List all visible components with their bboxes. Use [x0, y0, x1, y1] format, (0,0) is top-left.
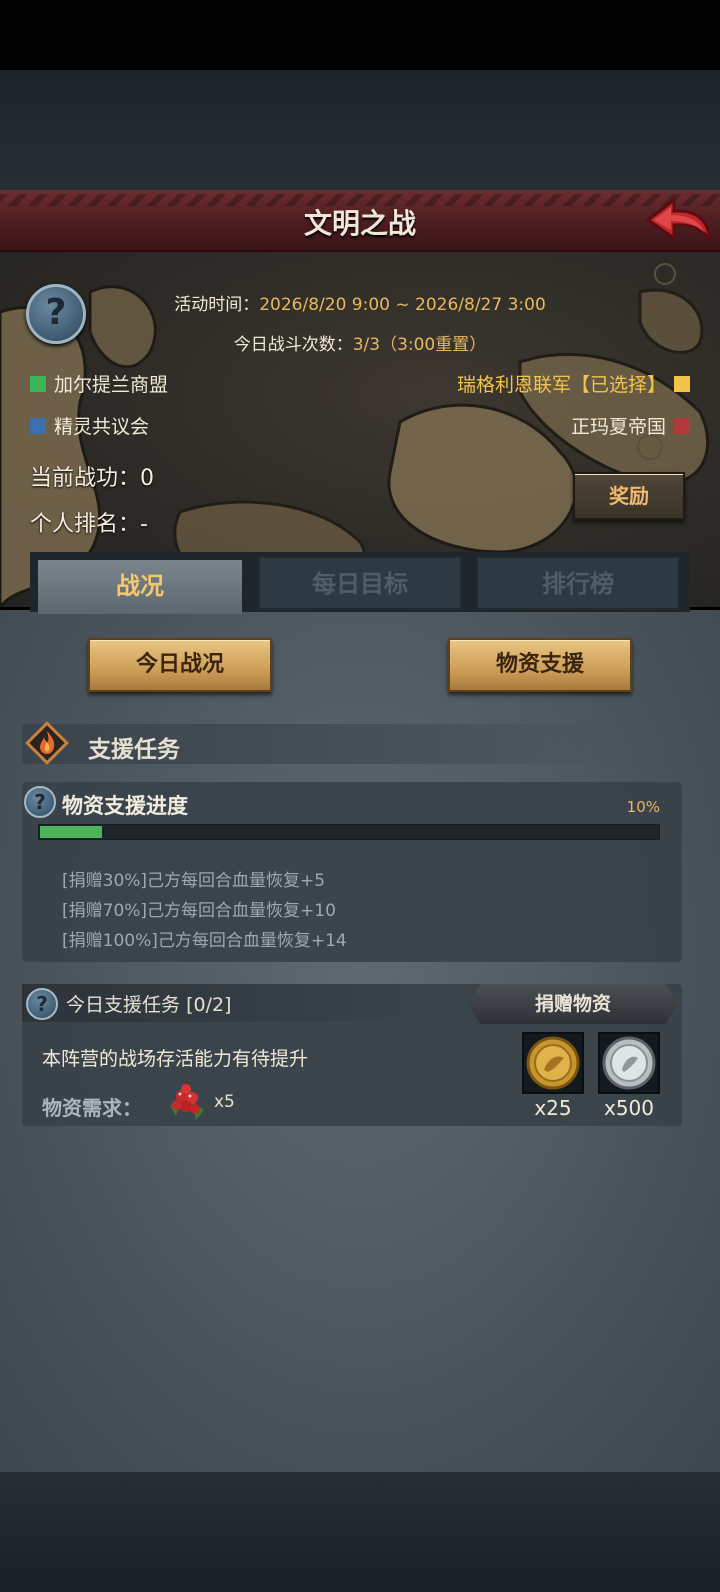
faction-right-2: 正玛夏帝国 — [571, 412, 690, 439]
top-backdrop — [0, 70, 720, 190]
back-arrow-icon — [645, 196, 712, 241]
faction-color-square — [30, 417, 46, 434]
reward-quantity: x500 — [603, 1096, 654, 1120]
bottom-backdrop — [0, 1472, 720, 1592]
faction-name: 加尔提兰商盟 — [54, 374, 169, 396]
faction-name: 正玛夏帝国 — [570, 416, 666, 438]
progress-help-button[interactable]: ? — [24, 786, 56, 818]
faction-color-square — [30, 375, 46, 392]
silver-coin-icon — [602, 1036, 656, 1090]
progress-percent: 10% — [626, 798, 660, 816]
title-bar: 文明之战 — [0, 190, 720, 252]
status-bar-area — [0, 0, 720, 70]
section-title: 支援任务 — [88, 737, 180, 763]
tab-battle-status[interactable]: 战况 — [38, 560, 242, 614]
faction-name: 精灵共议会 — [54, 416, 150, 438]
event-time-label: 活动时间： — [174, 295, 260, 315]
event-time: 活动时间：2026/8/20 9:00 ~ 2026/8/27 3:00 — [0, 290, 720, 315]
tab-leaderboard[interactable]: 排行榜 — [476, 556, 680, 610]
donate-supplies-button[interactable]: 捐赠物资 — [468, 984, 678, 1024]
progress-title: 物资支援进度 — [62, 794, 188, 818]
faction-color-square — [674, 375, 690, 392]
berry-icon — [162, 1076, 212, 1124]
daily-task-title-text: 今日支援任务 — [66, 994, 181, 1016]
event-time-value: 2026/8/20 9:00 ~ 2026/8/27 3:00 — [259, 295, 546, 315]
page-title: 文明之战 — [303, 207, 416, 240]
back-button[interactable] — [644, 196, 714, 248]
gold-coin-icon — [526, 1036, 580, 1090]
daily-task-count: [0/2] — [186, 994, 232, 1016]
faction-right-1: 瑞格利恩联军【已选择】 — [457, 370, 690, 397]
task-help-button[interactable]: ? — [26, 988, 58, 1020]
reward-slot-gold[interactable] — [522, 1032, 584, 1094]
progress-fill — [40, 826, 102, 838]
supply-support-button[interactable]: 物资支援 — [448, 638, 632, 692]
task-description: 本阵营的战场存活能力有待提升 — [42, 1048, 309, 1070]
bonus-item: [捐赠70%]己方每回合血量恢复+10 — [62, 901, 336, 921]
requirement-label: 物资需求： — [42, 1096, 142, 1120]
reward-slot-silver[interactable] — [598, 1032, 660, 1094]
battle-count: 今日战斗次数：3/3（3:00重置） — [0, 330, 720, 355]
faction-color-square — [674, 417, 690, 434]
fire-icon — [24, 720, 70, 766]
daily-task-title: 今日支援任务 [0/2] — [66, 990, 231, 1017]
progress-track — [38, 824, 660, 840]
reward-quantity: x25 — [534, 1096, 572, 1120]
requirement-quantity: x5 — [214, 1092, 235, 1112]
today-battle-button[interactable]: 今日战况 — [88, 638, 272, 692]
reward-button[interactable]: 奖励 — [573, 472, 685, 520]
bonus-item: [捐赠30%]己方每回合血量恢复+5 — [62, 871, 326, 891]
faction-name: 瑞格利恩联军【已选择】 — [456, 374, 666, 396]
current-merit: 当前战功：0 — [30, 466, 154, 491]
tab-daily-goals[interactable]: 每日目标 — [258, 556, 462, 610]
personal-rank: 个人排名：- — [30, 512, 148, 537]
battle-count-label: 今日战斗次数： — [233, 335, 353, 355]
bonus-item: [捐赠100%]己方每回合血量恢复+14 — [62, 931, 347, 951]
faction-left-2: 精灵共议会 — [30, 412, 149, 439]
battle-count-value: 3/3（3:00重置） — [352, 335, 487, 355]
faction-left-1: 加尔提兰商盟 — [30, 370, 168, 397]
